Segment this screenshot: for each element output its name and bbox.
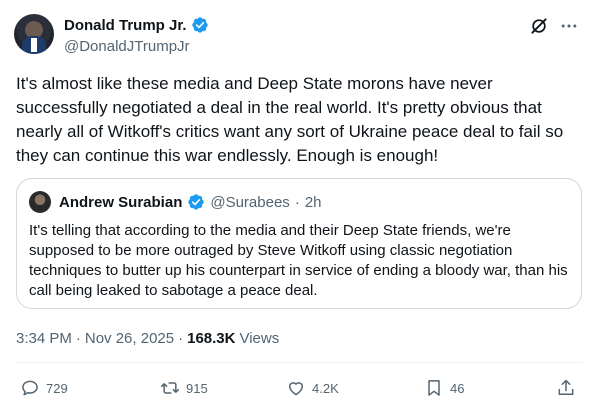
- quoted-author-avatar: [29, 191, 51, 213]
- action-bar: 729 915 4.2K 46: [16, 376, 586, 400]
- author-name-row: Donald Trump Jr.: [64, 15, 209, 35]
- reply-button[interactable]: 729: [20, 376, 68, 400]
- views-count: 168.3K: [187, 330, 236, 347]
- divider: [16, 362, 583, 363]
- meta-separator: ·: [75, 330, 81, 347]
- quoted-tweet-header: Andrew Surabian @Surabees · 2h: [29, 191, 322, 213]
- more-icon[interactable]: [559, 16, 579, 36]
- quoted-tweet[interactable]: Andrew Surabian @Surabees · 2h It's tell…: [16, 178, 582, 309]
- tweet-date[interactable]: Nov 26, 2025: [85, 330, 174, 347]
- bookmark-icon: [428, 380, 440, 396]
- grok-icon[interactable]: [529, 16, 549, 36]
- repost-count: 915: [186, 380, 208, 396]
- like-button[interactable]: 4.2K: [286, 376, 339, 400]
- quoted-author-handle: @Surabees: [210, 193, 290, 211]
- tweet-text: It's almost like these media and Deep St…: [16, 74, 564, 165]
- author-info: Donald Trump Jr. @DonaldJTrumpJr: [64, 15, 209, 55]
- repost-icon: [160, 382, 180, 394]
- author-avatar[interactable]: [14, 14, 54, 54]
- quoted-time: 2h: [304, 193, 322, 211]
- share-icon: [558, 379, 574, 395]
- quoted-separator: ·: [294, 193, 300, 211]
- like-count: 4.2K: [312, 380, 339, 396]
- bookmark-button[interactable]: 46: [424, 376, 464, 400]
- tweet-meta: 3:34 PM · Nov 26, 2025 · 168.3K Views: [16, 330, 279, 347]
- bookmark-count: 46: [450, 380, 465, 396]
- repost-button[interactable]: 915: [160, 376, 208, 400]
- tweet-card: Donald Trump Jr. @DonaldJTrumpJr It's al…: [0, 0, 599, 418]
- reply-count: 729: [46, 380, 68, 396]
- heart-icon: [289, 382, 303, 396]
- author-handle[interactable]: @DonaldJTrumpJr: [64, 38, 209, 55]
- views-label: Views: [239, 330, 280, 347]
- quoted-author-name: Andrew Surabian: [59, 193, 183, 211]
- top-actions: [529, 16, 579, 36]
- author-display-name[interactable]: Donald Trump Jr.: [64, 17, 187, 34]
- reply-icon: [22, 380, 38, 396]
- quoted-tweet-text: It's telling that according to the media…: [29, 222, 568, 299]
- meta-separator: ·: [178, 330, 184, 347]
- tweet-time[interactable]: 3:34 PM: [16, 330, 72, 347]
- share-button[interactable]: [556, 376, 576, 400]
- verified-badge-icon: [188, 194, 205, 210]
- verified-badge-icon: [191, 17, 208, 33]
